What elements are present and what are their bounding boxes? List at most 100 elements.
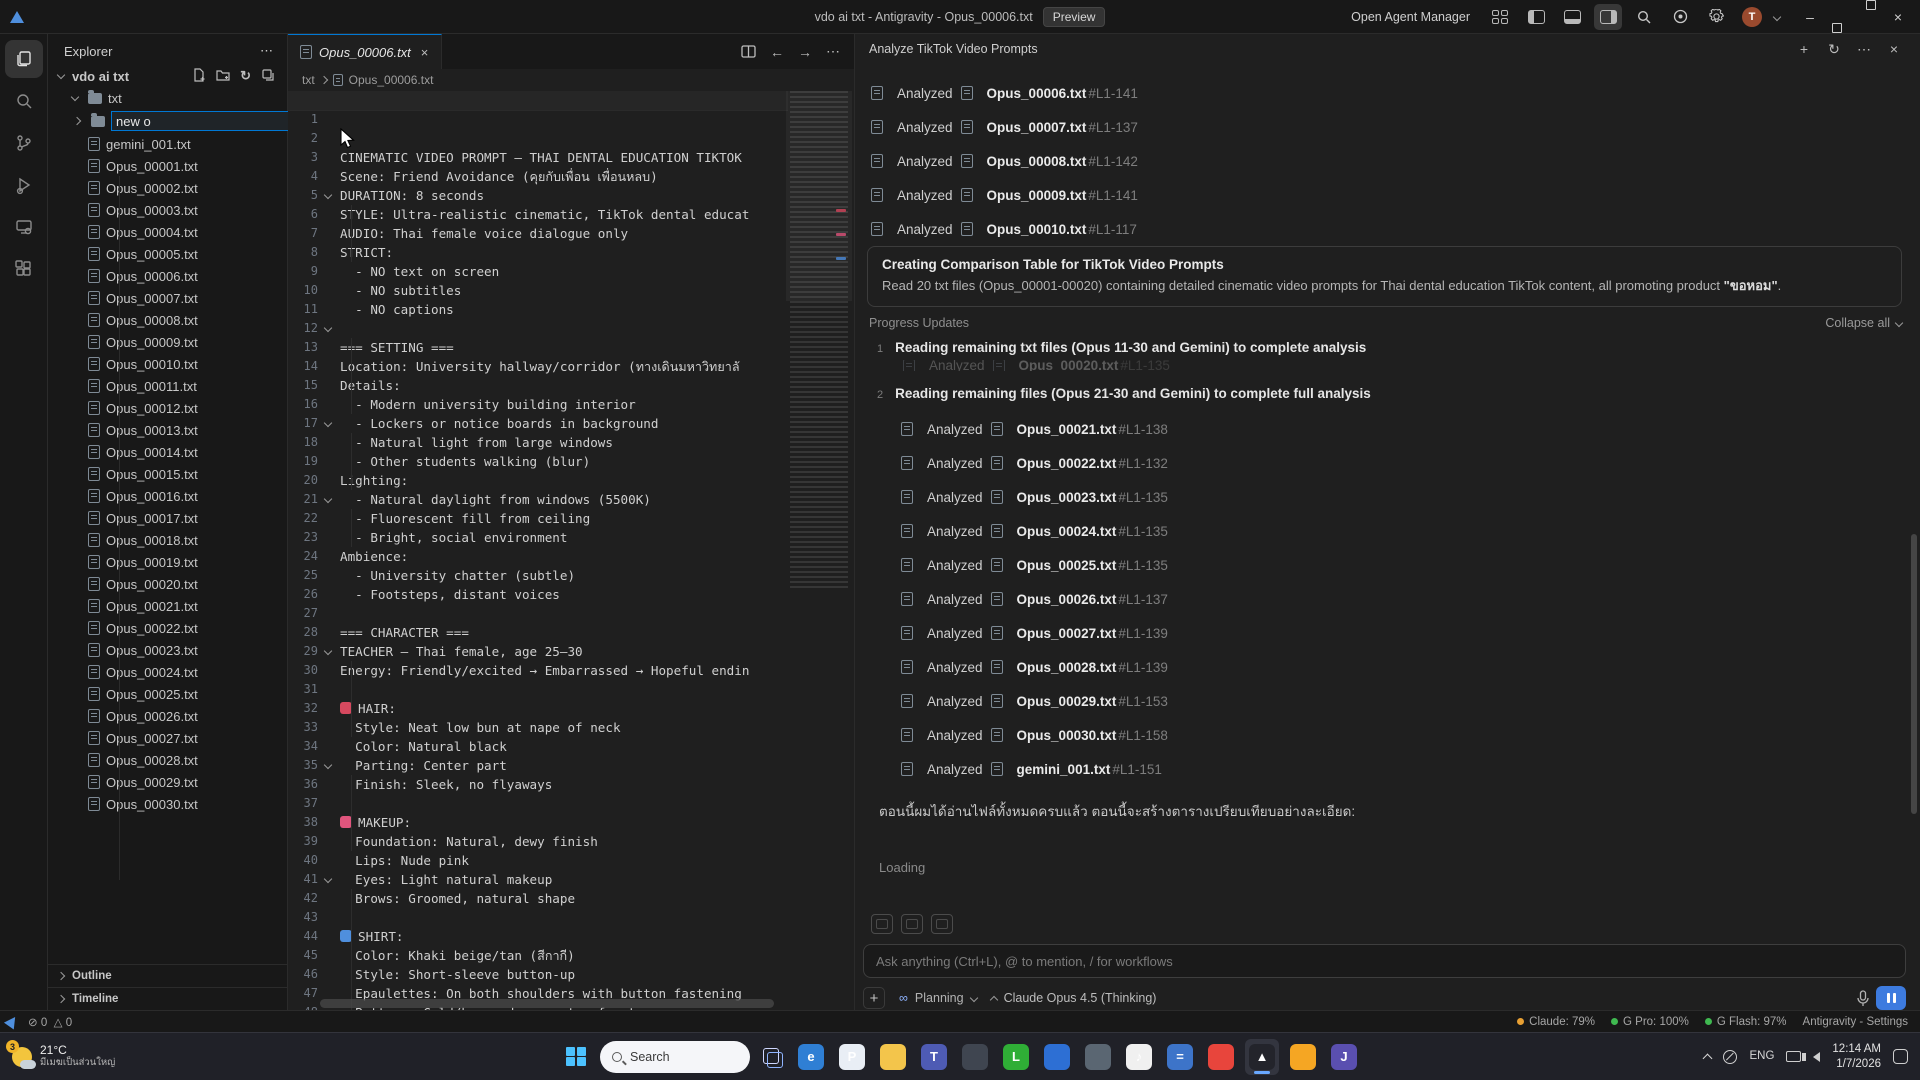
search-sidebar-icon[interactable] <box>5 82 43 120</box>
code-line[interactable]: 35 <box>288 737 788 756</box>
toggle-right-panel-icon[interactable] <box>1594 4 1622 30</box>
new-conversation-icon[interactable]: + <box>1792 38 1816 60</box>
file-tree-item[interactable]: Opus_00005.txt <box>48 243 287 265</box>
file-tree-item[interactable]: Opus_00012.txt <box>48 397 287 419</box>
outline-section[interactable]: Outline <box>48 964 287 987</box>
code-line[interactable]: 13 Details: <box>288 319 788 338</box>
analyzed-file[interactable]: Opus_00021.txt <box>1017 422 1117 437</box>
code-line[interactable]: 44 Style: Short-sleeve button-up <box>288 908 788 927</box>
explorer-icon[interactable] <box>5 40 43 78</box>
problems-indicator[interactable]: ⊘ 0 △ 0 <box>28 1015 72 1029</box>
taskbar-app-icon[interactable] <box>1204 1039 1238 1075</box>
analyzed-file[interactable]: Opus_00023.txt <box>1017 490 1117 505</box>
taskbar-app-icon[interactable] <box>1286 1039 1320 1075</box>
code-line[interactable]: 10 <box>288 262 788 281</box>
menu-item[interactable] <box>134 13 152 21</box>
taskbar-app-icon[interactable]: ♪ <box>1122 1039 1156 1075</box>
mic-icon[interactable] <box>1856 990 1870 1007</box>
file-tree-item[interactable]: Opus_00014.txt <box>48 441 287 463</box>
analyzed-file[interactable]: Opus_00006.txt <box>987 86 1087 101</box>
fold-chevron-icon[interactable] <box>324 495 332 503</box>
code-line[interactable]: 22 Ambience: <box>288 490 788 509</box>
folder-txt[interactable]: txt <box>48 87 287 109</box>
file-tree-item[interactable]: Opus_00026.txt <box>48 705 287 727</box>
code-line[interactable]: 46 Buttons: Gold/brass down center front <box>288 946 788 965</box>
quota-metric[interactable]: G Pro: 100% <box>1611 1016 1689 1028</box>
analyzed-row[interactable]: Analyzed Opus_00026.txt #L1-137 <box>901 582 1880 616</box>
file-tree-item[interactable]: Opus_00020.txt <box>48 573 287 595</box>
new-file-icon[interactable] <box>192 68 206 84</box>
settings-link[interactable]: Antigravity - Settings <box>1803 1016 1908 1028</box>
taskbar-app-icon[interactable]: e <box>794 1039 828 1075</box>
code-line[interactable]: 39 Eyes: Light natural makeup <box>288 813 788 832</box>
tab-opus-00006[interactable]: Opus_00006.txt × <box>288 34 442 69</box>
analyzed-row[interactable]: Analyzed Opus_00022.txt #L1-132 <box>901 446 1880 480</box>
preview-button[interactable]: Preview <box>1043 7 1106 27</box>
close-tab-icon[interactable]: × <box>418 44 432 61</box>
code-line[interactable]: 9 - NO captions <box>288 243 788 262</box>
file-tree-item[interactable]: Opus_00002.txt <box>48 177 287 199</box>
remote-explorer-icon[interactable] <box>5 208 43 246</box>
analyzed-row-clipped[interactable]: Analyzed Opus_00020.txt #L1-135 <box>903 360 1170 371</box>
file-tree-item[interactable]: Opus_00028.txt <box>48 749 287 771</box>
start-button[interactable] <box>559 1040 593 1074</box>
timeline-section[interactable]: Timeline <box>48 987 287 1010</box>
analyzed-row[interactable]: Analyzed Opus_00008.txt #L1-142 <box>871 144 1890 178</box>
send-button[interactable] <box>1876 986 1906 1010</box>
menu-item[interactable] <box>74 13 92 21</box>
fold-chevron-icon[interactable] <box>324 875 332 883</box>
restore-button[interactable] <box>1832 0 1876 33</box>
code-line[interactable]: 34 Finish: Sleek, no flyaways <box>288 718 788 737</box>
panel-scrollbar[interactable] <box>1911 534 1917 814</box>
minimize-button[interactable]: – <box>1788 0 1832 33</box>
speaker-icon[interactable] <box>1813 1052 1820 1062</box>
analyzed-row[interactable]: Analyzed Opus_00021.txt #L1-138 <box>901 412 1880 446</box>
analyzed-file[interactable]: Opus_00029.txt <box>1017 694 1117 709</box>
fold-chevron-icon[interactable] <box>324 647 332 655</box>
code-line[interactable]: 14 - Modern university building interior <box>288 338 788 357</box>
code-line[interactable]: 25 <box>288 547 788 566</box>
analyzed-row[interactable]: Analyzed Opus_00007.txt #L1-137 <box>871 110 1890 144</box>
code-line[interactable]: 19 - Natural daylight from windows (5500… <box>288 433 788 452</box>
task-view-button[interactable] <box>757 1042 787 1072</box>
fold-chevron-icon[interactable] <box>324 419 332 427</box>
code-line[interactable]: 40 Brows: Groomed, natural shape <box>288 832 788 851</box>
code-line[interactable]: 31 Style: Neat low bun at nape of neck <box>288 661 788 680</box>
source-control-icon[interactable] <box>5 124 43 162</box>
code-line[interactable]: 11 === SETTING === <box>288 281 788 300</box>
file-tree-item[interactable]: Opus_00029.txt <box>48 771 287 793</box>
search-icon[interactable] <box>1630 4 1658 30</box>
run-debug-icon[interactable] <box>5 166 43 204</box>
gear-icon[interactable] <box>1702 4 1730 30</box>
analyzed-row[interactable]: Analyzed Opus_00010.txt #L1-117 <box>871 212 1890 246</box>
code-line[interactable]: 8 - NO subtitles <box>288 224 788 243</box>
new-folder-icon[interactable] <box>216 68 230 84</box>
avatar-chevron-icon[interactable] <box>1773 12 1781 20</box>
code-line[interactable]: 27 TEACHER — Thai female, age 25–30 <box>288 585 788 604</box>
close-button[interactable]: × <box>1876 0 1920 33</box>
code-line[interactable]: 33 Parting: Center part <box>288 699 788 718</box>
file-tree-item[interactable]: Opus_00007.txt <box>48 287 287 309</box>
analyzed-file[interactable]: Opus_00008.txt <box>987 154 1087 169</box>
keyboard-icon[interactable] <box>1786 1051 1801 1062</box>
taskbar-app-icon[interactable]: = <box>1163 1039 1197 1075</box>
breadcrumb-file[interactable]: Opus_00006.txt <box>349 73 434 87</box>
code-line[interactable]: 43 Color: Khaki beige/tan (สีกากี) <box>288 889 788 908</box>
analyzed-file[interactable]: Opus_00009.txt <box>987 188 1087 203</box>
code-line[interactable]: 6 STRICT: <box>288 186 788 205</box>
file-tree-item[interactable]: Opus_00008.txt <box>48 309 287 331</box>
refresh-icon[interactable]: ↻ <box>240 68 251 84</box>
file-tree-item[interactable]: Opus_00017.txt <box>48 507 287 529</box>
code-line[interactable]: 47 Pockets: Two chest pockets with flap … <box>288 965 788 984</box>
taskbar-app-icon[interactable] <box>958 1039 992 1075</box>
browser-tool-icon[interactable] <box>931 914 953 934</box>
editor-more-icon[interactable]: ⋯ <box>826 43 840 60</box>
code-line[interactable]: 21 - Bright, social environment <box>288 471 788 490</box>
code-line[interactable]: 30 HAIR: <box>288 642 788 661</box>
menu-item[interactable] <box>154 13 172 21</box>
code-line[interactable]: 26 === CHARACTER === <box>288 566 788 585</box>
file-tree-item[interactable]: gemini_001.txt <box>48 133 287 155</box>
code-line[interactable]: 38 Lips: Nude pink <box>288 794 788 813</box>
code-line[interactable]: 36 MAKEUP: <box>288 756 788 775</box>
analyzed-file[interactable]: Opus_00022.txt <box>1017 456 1117 471</box>
